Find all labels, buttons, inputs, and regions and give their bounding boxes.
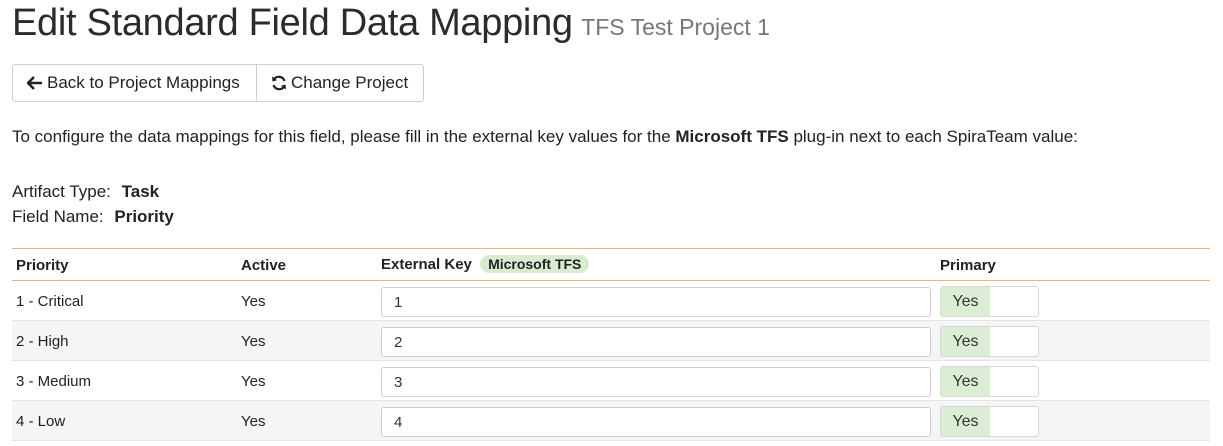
external-key-input[interactable]	[381, 327, 931, 357]
page-title: Edit Standard Field Data Mapping	[12, 2, 573, 44]
primary-toggle-off	[990, 287, 1038, 316]
artifact-type-value: Task	[121, 182, 160, 201]
priority-cell: 1 - Critical	[16, 293, 84, 310]
priority-cell: 3 - Medium	[16, 373, 92, 390]
column-header-active: Active	[241, 257, 287, 274]
instructions-before: To configure the data mappings for this …	[12, 127, 676, 146]
arrow-left-icon	[27, 76, 42, 90]
active-cell: Yes	[241, 413, 266, 430]
table-row: 2 - High Yes Yes	[12, 321, 1210, 361]
page-subtitle: TFS Test Project 1	[581, 14, 770, 40]
artifact-type-row: Artifact Type: Task	[12, 182, 159, 202]
back-to-project-mappings-button[interactable]: Back to Project Mappings	[12, 64, 257, 102]
active-cell: Yes	[241, 293, 266, 310]
primary-toggle[interactable]: Yes	[940, 286, 1039, 317]
back-button-label: Back to Project Mappings	[47, 73, 240, 92]
artifact-type-label: Artifact Type:	[12, 182, 111, 201]
instructions-text: To configure the data mappings for this …	[12, 127, 1078, 147]
field-name-label: Field Name:	[12, 207, 104, 226]
table-row: 1 - Critical Yes Yes	[12, 281, 1210, 321]
toolbar: Back to Project Mappings Change Project	[12, 64, 424, 102]
primary-toggle-yes: Yes	[941, 407, 990, 436]
table-header: Priority Active External Key Microsoft T…	[12, 248, 1210, 281]
primary-toggle-yes: Yes	[941, 327, 990, 356]
table-row: 4 - Low Yes Yes	[12, 401, 1210, 441]
priority-cell: 2 - High	[16, 333, 69, 350]
primary-toggle[interactable]: Yes	[940, 366, 1039, 397]
field-name-value: Priority	[114, 207, 174, 226]
field-name-row: Field Name: Priority	[12, 207, 174, 227]
primary-toggle-off	[990, 327, 1038, 356]
column-header-primary: Primary	[940, 257, 996, 274]
instructions-after: plug-in next to each SpiraTeam value:	[788, 127, 1078, 146]
primary-toggle-yes: Yes	[941, 367, 990, 396]
external-key-input[interactable]	[381, 287, 931, 317]
primary-toggle[interactable]: Yes	[940, 326, 1039, 357]
primary-toggle-off	[990, 407, 1038, 436]
refresh-icon	[272, 75, 286, 91]
active-cell: Yes	[241, 333, 266, 350]
change-project-label: Change Project	[291, 73, 409, 92]
change-project-button[interactable]: Change Project	[257, 64, 424, 102]
mapping-table: Priority Active External Key Microsoft T…	[12, 248, 1210, 441]
active-cell: Yes	[241, 373, 266, 390]
table-row: 3 - Medium Yes Yes	[12, 361, 1210, 401]
external-key-input[interactable]	[381, 367, 931, 397]
external-key-input[interactable]	[381, 407, 931, 437]
primary-toggle-off	[990, 367, 1038, 396]
primary-toggle[interactable]: Yes	[940, 406, 1039, 437]
primary-toggle-yes: Yes	[941, 287, 990, 316]
column-header-external-key: External Key Microsoft TFS	[381, 255, 590, 273]
priority-cell: 4 - Low	[16, 413, 66, 430]
instructions-plugin: Microsoft TFS	[675, 127, 789, 146]
column-header-priority: Priority	[16, 257, 69, 274]
page-header: Edit Standard Field Data Mapping TFS Tes…	[12, 2, 770, 45]
external-key-label: External Key	[381, 256, 472, 273]
plugin-badge: Microsoft TFS	[480, 255, 590, 273]
